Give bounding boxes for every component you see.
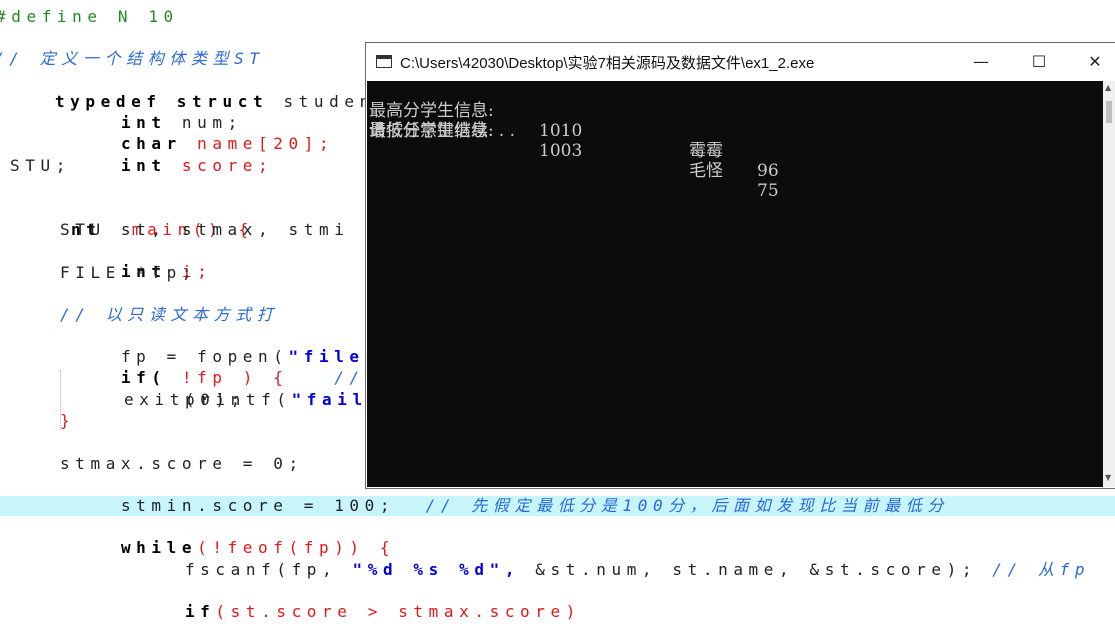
code-line-int-score: int score; <box>60 134 273 175</box>
code-line-int-num: int num; <box>60 91 243 132</box>
console-titlebar[interactable]: C:\Users\42030\Desktop\实验7相关源码及数据文件\ex1_… <box>366 43 1115 80</box>
code-fscanf-args: &st.num, st.name, &st.score); <box>535 560 978 579</box>
output-num: 1010 <box>539 121 583 141</box>
console-window[interactable]: C:\Users\42030\Desktop\实验7相关源码及数据文件\ex1_… <box>366 43 1115 488</box>
code-line-int-i: int i; <box>60 240 212 281</box>
code-if2-cond: (st.score > stmax.score) <box>215 602 581 621</box>
code-line-define: #define N 10 <box>0 7 179 26</box>
string-format: "%d %s %d", <box>352 560 521 579</box>
code-comment-stmin: // 先假定最低分是100分，后面如发现比当前最低分 <box>425 496 950 515</box>
code-line-brace: } <box>60 411 76 430</box>
close-button[interactable]: ✕ <box>1072 43 1115 80</box>
output-row-min: 最低分学生信息: 1003 毛怪 75 <box>369 101 779 201</box>
code-line-main: nt main() { <box>10 198 254 239</box>
console-scrollbar[interactable]: ▲ ▼ <box>1103 81 1115 487</box>
keyword-int: int <box>120 156 167 175</box>
console-title: C:\Users\42030\Desktop\实验7相关源码及数据文件\ex1_… <box>400 55 815 72</box>
code-line-file: FILE *fp; <box>60 263 198 282</box>
code-line-fscanf: fscanf(fp, "%d %s %d", &st.num, st.name,… <box>124 538 1090 579</box>
minimize-button[interactable]: — <box>958 43 1004 80</box>
scroll-up-icon[interactable]: ▲ <box>1105 83 1111 92</box>
code-fscanf-call: fscanf(fp, <box>184 560 338 579</box>
console-output[interactable]: 最高分学生信息: 1010 霉霉 96 最低分学生信息: 1003 毛怪 75 … <box>367 81 1103 487</box>
code-comment-fscanf: // 从fp <box>992 560 1091 579</box>
scroll-thumb[interactable] <box>1106 101 1112 123</box>
code-line-stmax: stmax.score = 0; <box>60 454 304 473</box>
code-line-typedef: typedef struct student <box>0 70 390 111</box>
scroll-down-icon[interactable]: ▼ <box>1105 473 1111 482</box>
output-row-max: 最高分学生信息: 1010 霉霉 96 <box>369 81 779 181</box>
output-name: 毛怪 <box>689 161 723 181</box>
code-stmin-assign: stmin.score = 100; <box>120 496 396 515</box>
output-score: 75 <box>757 181 779 201</box>
code-comment-struct: // 定义一个结构体类型ST <box>0 49 265 68</box>
output-num: 1003 <box>539 141 583 161</box>
code-line-char-name: char name[20]; <box>60 112 334 153</box>
output-name: 霉霉 <box>689 141 723 161</box>
code-line-fopen: fp = fopen("file1.d <box>60 325 410 366</box>
code-line-exit: exit(0); <box>124 390 246 409</box>
console-app-icon[interactable] <box>376 55 392 68</box>
keyword-if: if <box>184 602 216 621</box>
code-comment-open: // 以只读文本方式打 <box>60 305 279 324</box>
code-line-while: while(!feof(fp)) { <box>60 516 395 557</box>
code-line-stu: STU; <box>10 156 71 175</box>
identifier-score: score; <box>181 156 274 175</box>
output-score: 96 <box>757 161 779 181</box>
maximize-button[interactable]: ☐ <box>1016 43 1062 80</box>
output-prompt: 请按任意键继续. . . <box>369 121 516 141</box>
code-line-decl: STU st, stmax, stmi <box>60 220 350 239</box>
